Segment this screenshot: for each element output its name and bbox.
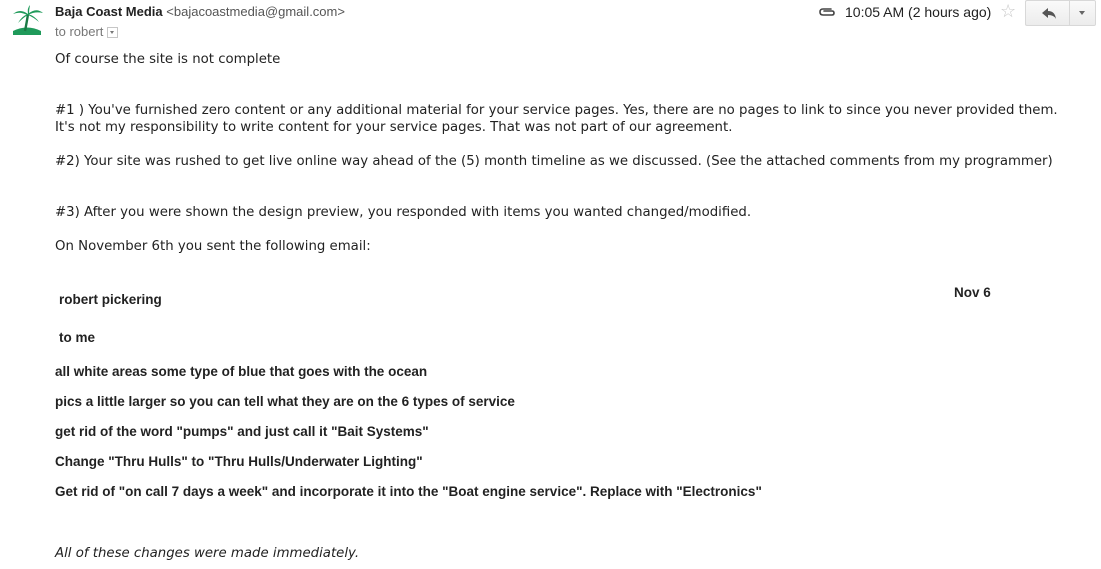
quoted-sender: robert pickering xyxy=(59,292,162,307)
body-point-1: #1 ) You've furnished zero content or an… xyxy=(55,103,1058,135)
sender-avatar[interactable] xyxy=(10,5,44,35)
reply-button[interactable] xyxy=(1025,0,1070,26)
reply-button-group xyxy=(1025,0,1097,26)
reply-arrow-icon xyxy=(1042,8,1056,19)
message-timestamp: 10:05 AM (2 hours ago) xyxy=(845,4,992,20)
quoted-line: get rid of the word "pumps" and just cal… xyxy=(55,424,429,439)
palm-tree-island-icon xyxy=(13,5,43,35)
body-closing: All of these changes were made immediate… xyxy=(55,546,360,561)
recipient-line: to robert xyxy=(55,24,119,39)
sender-email: <bajacoastmedia@gmail.com> xyxy=(166,4,345,19)
quoted-line: Get rid of "on call 7 days a week" and i… xyxy=(55,484,762,499)
body-point-2: #2) Your site was rushed to get live onl… xyxy=(55,154,1053,169)
body-lead-in: On November 6th you sent the following e… xyxy=(55,239,371,254)
body-intro: Of course the site is not complete xyxy=(55,52,281,67)
sender-name[interactable]: Baja Coast Media xyxy=(55,4,163,19)
quoted-line: all white areas some type of blue that g… xyxy=(55,364,428,379)
star-outline-icon[interactable]: ☆ xyxy=(1000,2,1016,20)
body-point-3: #3) After you were shown the design prev… xyxy=(55,205,752,220)
quoted-recipient: to me xyxy=(59,330,96,345)
more-options-button[interactable] xyxy=(1069,0,1096,26)
quoted-line: pics a little larger so you can tell wha… xyxy=(55,394,515,409)
quoted-line: Change "Thru Hulls" to "Thru Hulls/Under… xyxy=(55,454,423,469)
quoted-date: Nov 6 xyxy=(954,285,991,300)
recipient-label: to robert xyxy=(55,24,104,39)
sender-line: Baja Coast Media <bajacoastmedia@gmail.c… xyxy=(55,4,345,19)
paperclip-icon xyxy=(818,5,836,19)
show-details-dropdown-icon[interactable] xyxy=(107,27,119,38)
